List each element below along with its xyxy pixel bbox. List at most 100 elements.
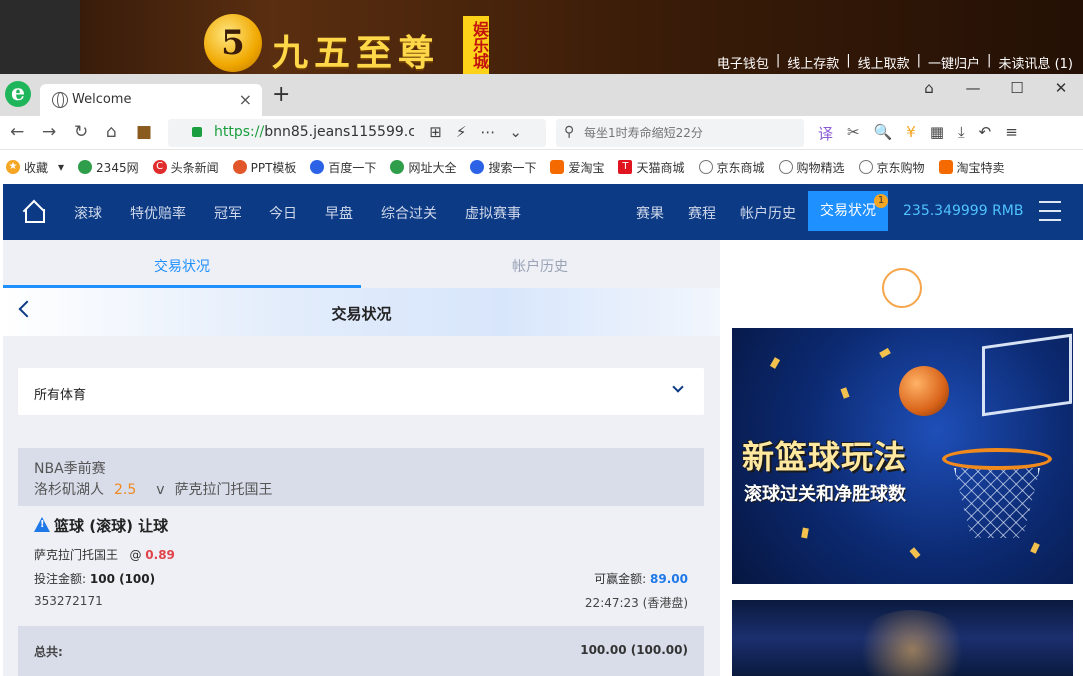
taobao-icon bbox=[938, 160, 953, 174]
nav-item-best-odds[interactable]: 特优赔率 bbox=[130, 203, 186, 223]
tab-account-history[interactable]: 帐户历史 bbox=[512, 256, 568, 276]
hamburger-menu-icon[interactable] bbox=[1039, 201, 1061, 221]
url-text[interactable]: https://bnn85.jeans115599.com bbox=[214, 124, 414, 140]
browser-toolbar: ← → ↻ ⌂ ■ https://bnn85.jeans115599.com … bbox=[0, 116, 1083, 150]
nav-item-schedule[interactable]: 赛程 bbox=[688, 203, 716, 223]
confetti-decoration bbox=[879, 347, 891, 359]
panel-title: 交易状况 bbox=[331, 305, 392, 323]
news-icon: C bbox=[152, 160, 167, 174]
nav-item-parlay[interactable]: 综合过关 bbox=[381, 203, 437, 223]
translate-extension-icon[interactable]: 译 bbox=[818, 123, 833, 144]
tab-title: Welcome bbox=[72, 92, 132, 107]
notification-badge: 1 bbox=[874, 194, 888, 208]
bookmark-ppt[interactable]: PPT模板 bbox=[232, 159, 296, 176]
more-icon[interactable]: ⋯ bbox=[480, 123, 509, 141]
bookmark-label: 京东商城 bbox=[716, 160, 765, 175]
link-withdraw[interactable]: 线上取款 bbox=[858, 53, 910, 72]
bookmark-taobao-sale[interactable]: 淘宝特卖 bbox=[938, 159, 1005, 176]
nav-item-virtual[interactable]: 虚拟赛事 bbox=[465, 203, 521, 223]
sport-filter-value: 所有体育 bbox=[34, 388, 87, 403]
bookmark-baidu[interactable]: 百度一下 bbox=[310, 159, 376, 176]
dropdown-chevron-icon[interactable]: ⌄ bbox=[509, 123, 536, 141]
briefcase-icon[interactable]: ■ bbox=[136, 122, 152, 142]
brand-logo-icon[interactable]: 5 bbox=[204, 14, 262, 72]
lightning-icon[interactable]: ⚡ bbox=[456, 123, 481, 141]
nav-item-today[interactable]: 今日 bbox=[269, 203, 297, 223]
total-label: 总共: bbox=[34, 645, 63, 659]
download-icon[interactable]: ⤓ bbox=[958, 123, 965, 144]
bookmark-shopping-picks[interactable]: 购物精选 bbox=[778, 159, 845, 176]
minimize-button[interactable]: — bbox=[951, 74, 995, 104]
browser-tabbar: e Welcome × + ⌂ — ☐ ✕ bbox=[0, 74, 1083, 116]
promo-banner-basketball[interactable]: 新篮球玩法 滚球过关和净胜球数 bbox=[732, 328, 1073, 584]
sport-filter-dropdown[interactable]: 所有体育 bbox=[18, 368, 704, 415]
bookmark-jd-shopping[interactable]: 京东购物 bbox=[858, 159, 925, 176]
stake-label: 投注金额: bbox=[34, 572, 87, 586]
scissors-icon[interactable]: ✂ bbox=[847, 123, 860, 144]
nav-item-early[interactable]: 早盘 bbox=[325, 203, 353, 223]
link-unread-messages[interactable]: 未读讯息 (1) bbox=[998, 53, 1073, 72]
yen-icon[interactable]: ¥ bbox=[906, 123, 916, 144]
nav-item-account-history[interactable]: 帐户历史 bbox=[740, 203, 796, 223]
close-window-button[interactable]: ✕ bbox=[1039, 74, 1083, 104]
bookmark-label: 搜索一下 bbox=[488, 160, 537, 175]
nav-item-results[interactable]: 赛果 bbox=[636, 203, 664, 223]
magnifier-icon[interactable]: 🔍 bbox=[874, 123, 893, 144]
site-banner: 5 九五至尊 娱乐城 电子钱包 | 线上存款 | 线上取款 | 一键归户 | 未读讯息 … bbox=[0, 0, 1083, 74]
maximize-button[interactable]: ☐ bbox=[995, 74, 1039, 104]
bookmark-ai-taobao[interactable]: 爱淘宝 bbox=[550, 159, 604, 176]
apps-grid-icon[interactable]: ▦ bbox=[930, 123, 944, 144]
bookmark-favorites[interactable]: ★ 收藏 ▾ bbox=[6, 159, 64, 176]
new-tab-button[interactable]: + bbox=[272, 84, 290, 106]
globe-icon bbox=[698, 160, 713, 174]
translate-icon[interactable]: ⊞ bbox=[429, 123, 456, 141]
nav-item-outright[interactable]: 冠军 bbox=[214, 203, 242, 223]
address-bar[interactable]: https://bnn85.jeans115599.com ⊞⚡⋯⌄ bbox=[168, 119, 546, 147]
browser-logo-icon[interactable]: e bbox=[5, 81, 31, 107]
net-graphic bbox=[954, 468, 1040, 538]
link-separator: | bbox=[846, 53, 851, 68]
handicap-value: 2.5 bbox=[114, 482, 137, 498]
bet-type: 篮球 (滚球) 让球 bbox=[34, 515, 168, 536]
link-deposit[interactable]: 线上存款 bbox=[787, 53, 839, 72]
nav-item-inplay[interactable]: 滚球 bbox=[74, 203, 102, 223]
tab-bet-status[interactable]: 交易状况 bbox=[154, 256, 210, 276]
menu-icon[interactable]: ≡ bbox=[1005, 123, 1018, 144]
chevron-down-icon[interactable]: ▾ bbox=[58, 160, 64, 174]
taobao-icon bbox=[550, 160, 565, 174]
bookmark-label: 购物精选 bbox=[796, 160, 845, 175]
tab-close-icon[interactable]: × bbox=[239, 90, 252, 109]
undo-icon[interactable]: ↶ bbox=[979, 123, 992, 144]
backboard-graphic bbox=[982, 333, 1072, 417]
loading-spinner-icon bbox=[882, 268, 922, 308]
banner-left-block bbox=[0, 0, 80, 74]
bookmark-2345[interactable]: 2345网 bbox=[78, 159, 139, 176]
search-input[interactable] bbox=[584, 123, 794, 143]
link-consolidate[interactable]: 一键归户 bbox=[928, 53, 980, 72]
search-box[interactable]: ⚲ bbox=[556, 119, 804, 147]
bet-league: NBA季前赛 bbox=[34, 461, 106, 477]
home-icon[interactable]: ⌂ bbox=[106, 122, 117, 142]
bookmark-tmall[interactable]: T 天猫商城 bbox=[618, 159, 685, 176]
forward-icon[interactable]: → bbox=[42, 122, 56, 142]
back-icon[interactable]: ← bbox=[10, 122, 24, 142]
bookmark-label: 2345网 bbox=[96, 160, 139, 175]
skin-button[interactable]: ⌂ bbox=[907, 74, 951, 104]
promo-column: 新篮球玩法 滚球过关和净胜球数 bbox=[720, 240, 1083, 676]
bookmark-toutiao[interactable]: C 头条新闻 bbox=[152, 159, 219, 176]
home-icon[interactable] bbox=[23, 200, 45, 223]
bookmark-search[interactable]: 搜索一下 bbox=[470, 159, 536, 176]
bet-type-label: 篮球 (滚球) 让球 bbox=[54, 517, 169, 535]
reload-icon[interactable]: ↻ bbox=[74, 122, 88, 142]
confetti-decoration bbox=[801, 527, 809, 539]
url-scheme: https:// bbox=[214, 124, 265, 140]
win-label: 可赢金额: bbox=[594, 572, 647, 586]
browser-tab[interactable]: Welcome × bbox=[40, 84, 262, 116]
globe-icon bbox=[778, 160, 793, 174]
baidu-icon bbox=[310, 160, 325, 174]
bookmark-jd-mall[interactable]: 京东商城 bbox=[698, 159, 765, 176]
promo-banner-secondary[interactable] bbox=[732, 600, 1073, 676]
link-e-wallet[interactable]: 电子钱包 bbox=[717, 53, 769, 72]
subtabs: 交易状况 帐户历史 bbox=[3, 240, 720, 288]
bookmark-web-directory[interactable]: 网址大全 bbox=[390, 159, 456, 176]
